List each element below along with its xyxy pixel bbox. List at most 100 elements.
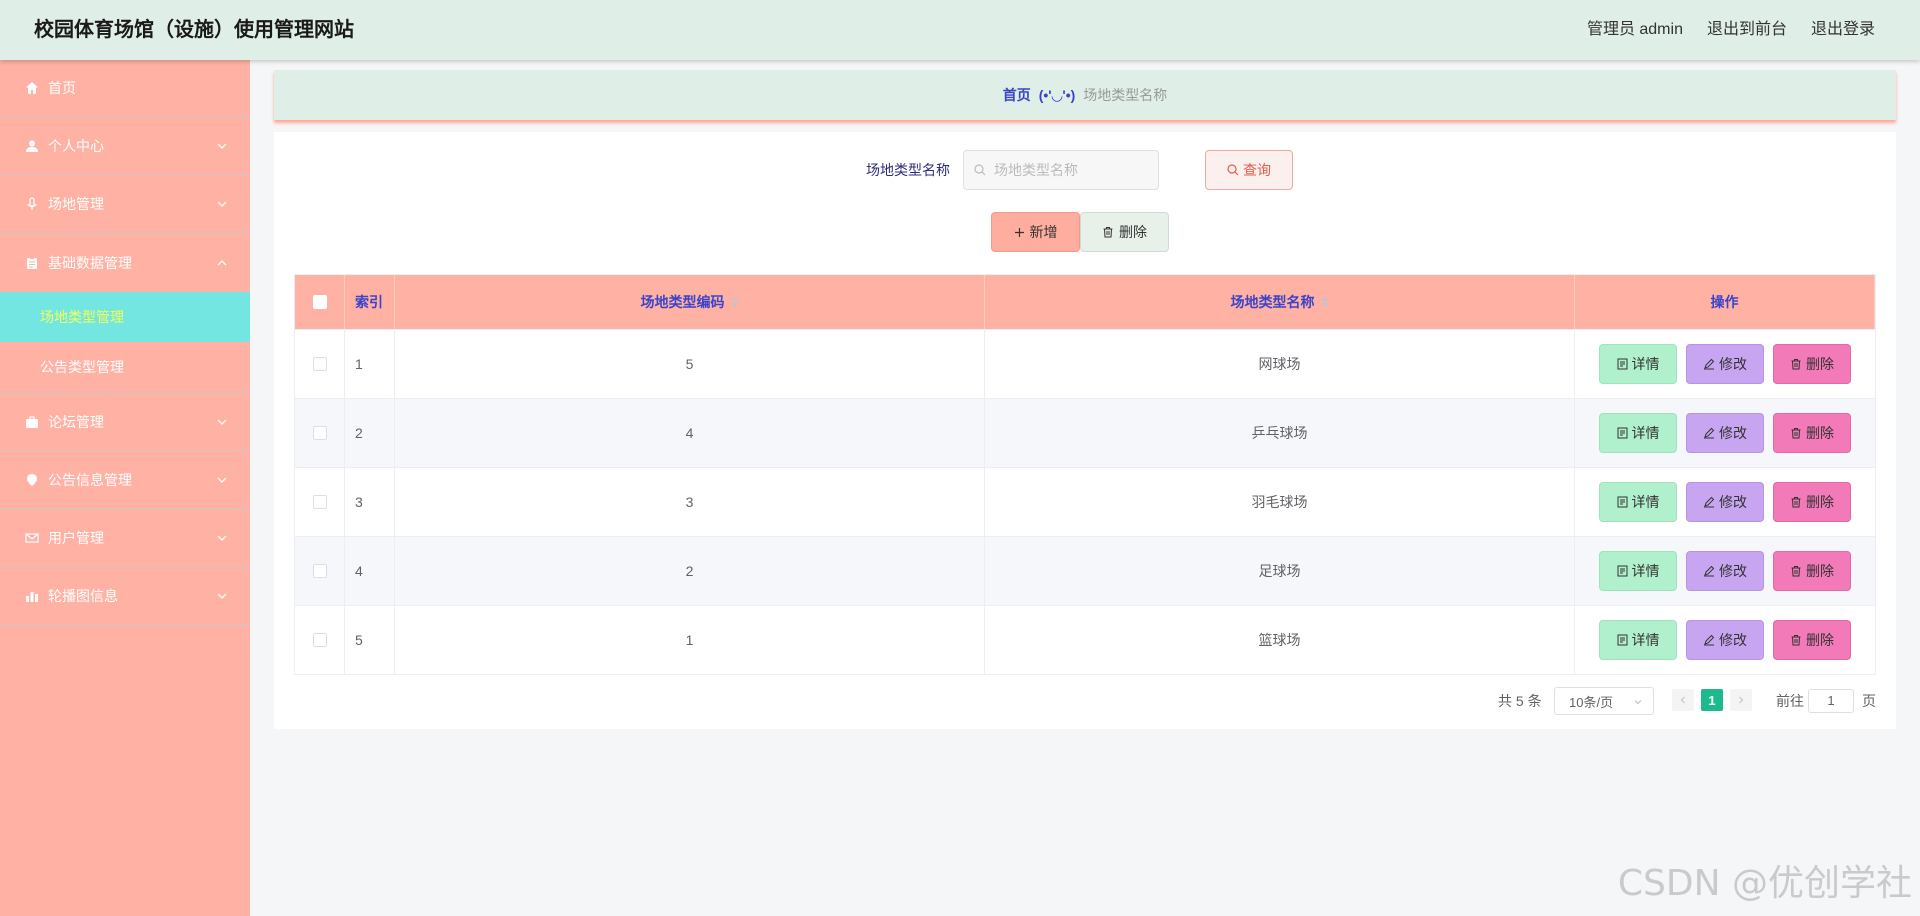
chevron-down-icon: [1634, 700, 1642, 705]
detail-button[interactable]: 详情: [1599, 551, 1677, 591]
search-label: 场地类型名称: [866, 162, 950, 178]
detail-button[interactable]: 详情: [1599, 413, 1677, 453]
sidebar-item-forum[interactable]: 论坛管理: [0, 394, 250, 452]
table-row: 1 5 网球场 详情 修改 删除: [295, 329, 1875, 398]
sidebar-item-profile[interactable]: 个人中心: [0, 118, 250, 176]
home-icon: [24, 80, 40, 96]
header-checkbox-cell: [295, 275, 345, 329]
search-input[interactable]: [994, 162, 1144, 178]
next-page-button[interactable]: [1730, 689, 1752, 711]
trash-icon: [1791, 497, 1801, 508]
delete-label: 删除: [1806, 563, 1834, 579]
delete-button[interactable]: 删除: [1773, 482, 1851, 522]
query-button[interactable]: 查询: [1205, 150, 1293, 190]
chevron-down-icon: [217, 535, 227, 541]
document-icon: [1617, 634, 1627, 646]
mail-icon: [24, 530, 40, 546]
to-front-link[interactable]: 退出到前台: [1707, 0, 1787, 60]
detail-label: 详情: [1631, 632, 1660, 648]
sidebar-item-venue[interactable]: 场地管理: [0, 176, 250, 234]
sidebar-subitem-venue-type[interactable]: 场地类型管理: [0, 292, 250, 342]
chevron-up-icon: [217, 260, 227, 266]
row-code: 4: [395, 399, 985, 467]
add-button[interactable]: 新增: [991, 212, 1080, 252]
sidebar-item-users[interactable]: 用户管理: [0, 510, 250, 568]
delete-button[interactable]: 删除: [1773, 344, 1851, 384]
detail-button[interactable]: 详情: [1599, 620, 1677, 660]
sidebar-item-carousel[interactable]: 轮播图信息: [0, 568, 250, 626]
batch-delete-button[interactable]: 删除: [1080, 212, 1169, 252]
top-right-links: 管理员 admin 退出到前台 退出登录: [1587, 0, 1875, 60]
row-checkbox[interactable]: [312, 633, 327, 647]
delete-label: 删除: [1806, 356, 1834, 372]
bar-chart-icon: [24, 588, 40, 604]
chevron-down-icon: [217, 143, 227, 149]
chevron-down-icon: [217, 201, 227, 207]
table-header: 索引 场地类型编码 场地类型名称 操作: [295, 275, 1875, 329]
chevron-right-icon: [1739, 696, 1744, 704]
action-bar: 新增 删除: [274, 212, 1896, 252]
detail-label: 详情: [1631, 563, 1660, 579]
edit-button[interactable]: 修改: [1686, 344, 1764, 384]
edit-button[interactable]: 修改: [1686, 620, 1764, 660]
edit-label: 修改: [1719, 425, 1747, 441]
sidebar-item-label: 用户管理: [48, 530, 104, 546]
header-name[interactable]: 场地类型名称: [985, 275, 1575, 329]
detail-button[interactable]: 详情: [1599, 482, 1677, 522]
detail-label: 详情: [1631, 425, 1660, 441]
search-form: 场地类型名称 查询: [274, 150, 1896, 190]
pencil-icon: [1704, 634, 1715, 646]
sidebar-subitem-notice-type[interactable]: 公告类型管理: [0, 342, 250, 394]
sidebar-item-notice[interactable]: 公告信息管理: [0, 452, 250, 510]
detail-label: 详情: [1631, 494, 1660, 510]
edit-label: 修改: [1719, 563, 1747, 579]
row-checkbox[interactable]: [312, 564, 327, 578]
delete-button[interactable]: 删除: [1773, 620, 1851, 660]
breadcrumb-home[interactable]: 首页: [1003, 85, 1031, 105]
delete-label: 删除: [1806, 632, 1834, 648]
delete-button[interactable]: 删除: [1773, 413, 1851, 453]
edit-button[interactable]: 修改: [1686, 482, 1764, 522]
briefcase-icon: [24, 414, 40, 430]
row-checkbox[interactable]: [312, 357, 327, 371]
document-icon: [1617, 565, 1627, 577]
page-size-value: 10条/页: [1569, 694, 1614, 710]
row-name: 羽毛球场: [985, 468, 1575, 536]
goto-page-input[interactable]: 1: [1808, 689, 1854, 713]
sidebar-item-basic-data[interactable]: 基础数据管理: [0, 234, 250, 292]
pencil-icon: [1704, 496, 1715, 508]
detail-button[interactable]: 详情: [1599, 344, 1677, 384]
table-row: 5 1 篮球场 详情 修改 删除: [295, 605, 1875, 674]
site-title: 校园体育场馆（设施）使用管理网站: [34, 19, 354, 41]
row-operations: 详情 修改 删除: [1575, 606, 1875, 674]
row-checkbox[interactable]: [312, 495, 327, 509]
delete-label: 删除: [1806, 425, 1834, 441]
edit-button[interactable]: 修改: [1686, 551, 1764, 591]
document-icon: [1617, 496, 1627, 508]
page-size-select[interactable]: 10条/页: [1554, 687, 1654, 715]
sort-icon[interactable]: [1320, 297, 1329, 307]
row-checkbox[interactable]: [312, 426, 327, 440]
search-icon: [974, 164, 986, 176]
edit-button[interactable]: 修改: [1686, 413, 1764, 453]
sidebar-item-label: 公告信息管理: [48, 472, 132, 488]
chevron-down-icon: [217, 593, 227, 599]
sidebar: 首页 个人中心 场地管理 基础数据管理 场地类型管理 公告类型管理 论坛管理 公…: [0, 60, 250, 916]
chevron-down-icon: [217, 477, 227, 483]
header-code[interactable]: 场地类型编码: [395, 275, 985, 329]
select-all-checkbox[interactable]: [312, 295, 327, 309]
logout-link[interactable]: 退出登录: [1811, 0, 1875, 60]
batch-delete-label: 删除: [1119, 224, 1147, 240]
main-card: 场地类型名称 查询 新增 删除 索引 场地类型编码 场地类: [274, 132, 1896, 729]
prev-page-button[interactable]: [1672, 689, 1694, 711]
sidebar-item-home[interactable]: 首页: [0, 60, 250, 118]
sort-icon[interactable]: [730, 297, 739, 307]
page-number-current[interactable]: 1: [1701, 689, 1723, 711]
delete-button[interactable]: 删除: [1773, 551, 1851, 591]
row-code: 3: [395, 468, 985, 536]
pencil-icon: [1704, 427, 1715, 439]
trash-icon: [1791, 428, 1801, 439]
edit-label: 修改: [1719, 494, 1747, 510]
current-user: 管理员 admin: [1586, 21, 1683, 38]
chevron-left-icon: [1680, 696, 1685, 704]
